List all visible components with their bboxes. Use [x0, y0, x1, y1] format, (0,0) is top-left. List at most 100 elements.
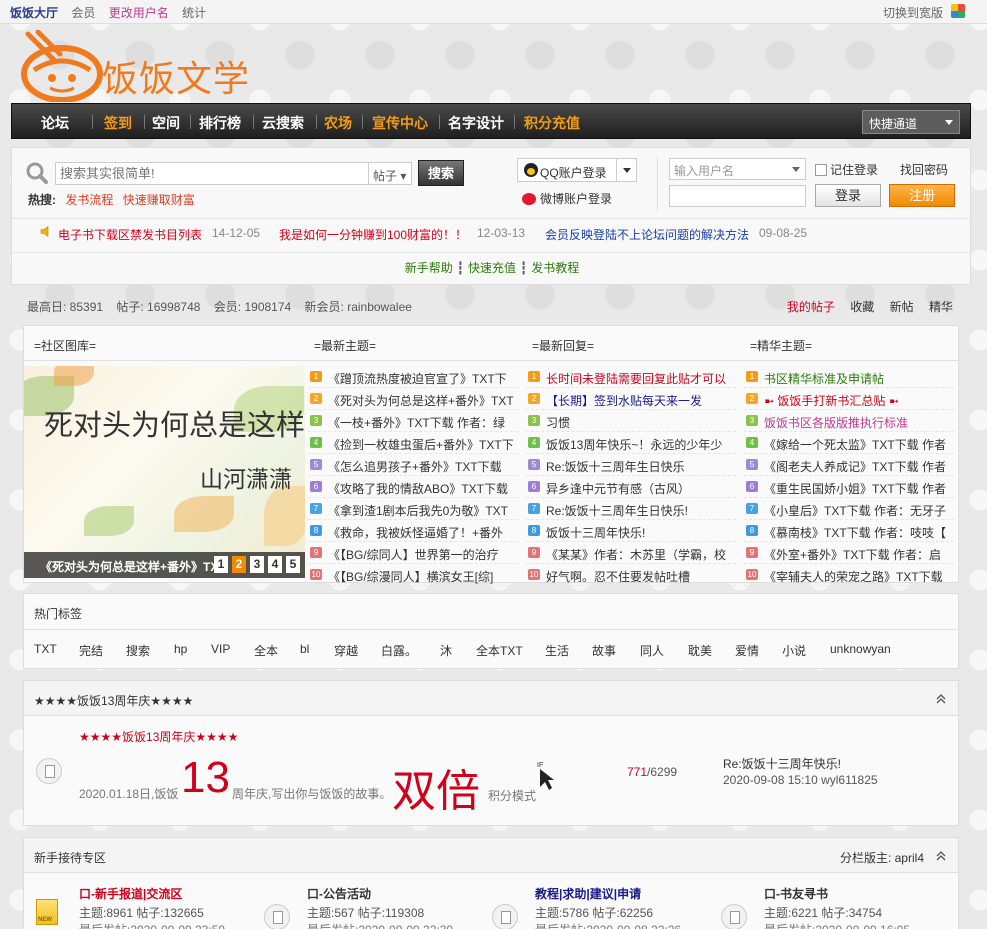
my-posts-link[interactable]: 我的帖子: [787, 300, 835, 314]
topbar-stats-link[interactable]: 统计: [182, 6, 206, 20]
forum-name[interactable]: 口-新手报道|交流区: [79, 885, 182, 902]
topic-link[interactable]: 好气啊。忍不住要发帖吐槽: [546, 568, 690, 585]
topic-link[interactable]: 《嫁给一个死太监》TXT下载 作者: [764, 436, 946, 453]
favorites-link[interactable]: 收藏: [850, 300, 874, 314]
register-button[interactable]: 注册: [889, 184, 955, 207]
hot-tag[interactable]: 全本: [254, 642, 278, 659]
nav-item-name-design[interactable]: 名字设计: [448, 113, 504, 133]
topic-link[interactable]: ➼ 饭饭手打新书汇总贴 ➼: [764, 392, 899, 409]
hot-tag[interactable]: 搜索: [126, 642, 150, 659]
topbar-member-link[interactable]: 会员: [71, 6, 95, 20]
topic-link[interactable]: 《捡到一枚雄虫蛋后+番外》TXT下: [328, 436, 514, 453]
forum-last-post[interactable]: 最后发帖:2020-09-09 16:05: [764, 921, 910, 929]
qq-login-button[interactable]: QQ账户登录: [517, 158, 637, 182]
topic-link[interactable]: Re:饭饭十三周年生日快乐: [546, 458, 685, 475]
hot-tag[interactable]: 同人: [640, 642, 664, 659]
topic-link[interactable]: 《拿到渣1剧本后我先0为敬》TXT: [328, 502, 508, 519]
slide-page-4[interactable]: 4: [268, 556, 282, 573]
topic-link[interactable]: 《某某》作者：木苏里（学霸，校: [546, 546, 726, 563]
collapse-icon[interactable]: [936, 851, 946, 861]
nav-item-cloud-search[interactable]: 云搜索: [262, 113, 304, 133]
topbar-home-link[interactable]: 饭饭大厅: [10, 6, 58, 20]
topic-link[interactable]: 饭饭书区各版版推执行标准: [764, 414, 908, 431]
last-post-title[interactable]: Re:饭饭十三周年快乐!: [723, 755, 841, 772]
hot-tag[interactable]: bl: [300, 642, 309, 656]
nav-item-farm[interactable]: 农场: [324, 113, 352, 133]
topic-link[interactable]: 饭饭13周年快乐~！永远的少年少: [546, 436, 722, 453]
theme-icon[interactable]: [951, 4, 965, 18]
topic-link[interactable]: 《死对头为何总是这样+番外》TXT: [328, 392, 514, 409]
topic-link[interactable]: 异乡逢中元节有感（古风）: [546, 480, 690, 497]
topic-link[interactable]: 《救命，我被妖怪逼婚了！+番外: [328, 524, 503, 541]
slide-page-3[interactable]: 3: [250, 556, 264, 573]
hot-tag[interactable]: 完结: [79, 642, 103, 659]
hot-tag[interactable]: 生活: [545, 642, 569, 659]
hot-search-keyword[interactable]: 快速赚取财富: [123, 193, 195, 207]
switch-wide-link[interactable]: 切换到宽版: [883, 4, 943, 21]
help-link[interactable]: 发书教程: [531, 261, 579, 275]
topic-link[interactable]: 《怎么追男孩子+番外》TXT下载: [328, 458, 502, 475]
topic-link[interactable]: 书区精华标准及申请帖: [764, 370, 884, 387]
topic-link[interactable]: 《一枝+番外》TXT下载 作者：绿: [328, 414, 505, 431]
nav-item-space[interactable]: 空间: [152, 113, 180, 133]
topbar-rename-link[interactable]: 更改用户名: [109, 6, 169, 20]
topic-link[interactable]: 《慕南枝》TXT下载 作者：吱吱【: [764, 524, 946, 541]
topic-link[interactable]: 《宰辅夫人的荣宠之路》TXT下载: [764, 568, 943, 585]
topic-link[interactable]: 《蹭顶流热度被迫官宣了》TXT下: [328, 370, 507, 387]
hot-tag[interactable]: hp: [174, 642, 187, 656]
slide-page-2[interactable]: 2: [232, 556, 246, 573]
forum-last-post[interactable]: 最后发帖:2020-09-09 22:30: [307, 921, 453, 929]
help-link[interactable]: 新手帮助: [405, 261, 453, 275]
new-posts-link[interactable]: 新帖: [890, 300, 914, 314]
topic-link[interactable]: 饭饭十三周年快乐!: [546, 524, 645, 541]
weibo-login-link[interactable]: 微博账户登录: [522, 190, 612, 207]
login-button[interactable]: 登录: [815, 184, 881, 207]
topic-link[interactable]: 《小皇后》TXT下载 作者：无牙子: [764, 502, 946, 519]
remember-login-checkbox[interactable]: 记住登录: [815, 161, 878, 178]
topic-link[interactable]: 《外室+番外》TXT下载 作者：启: [764, 546, 941, 563]
topic-link[interactable]: Re:饭饭十三周年生日快乐!: [546, 502, 688, 519]
nav-item-forum[interactable]: 论坛: [41, 113, 69, 133]
nav-item-ranking[interactable]: 排行榜: [199, 113, 241, 133]
chevron-down-icon[interactable]: [616, 159, 636, 181]
hot-tag[interactable]: 沐: [440, 642, 452, 659]
announcement-link[interactable]: 电子书下载区禁发书目列表: [58, 226, 202, 243]
forum-last-post[interactable]: 最后发帖:2020-09-09 23:59: [79, 921, 225, 929]
nav-item-promo[interactable]: 宣传中心: [372, 113, 428, 133]
hot-tag[interactable]: 小说: [782, 642, 806, 659]
hot-tag[interactable]: TXT: [34, 642, 57, 656]
hot-tag[interactable]: 白露。: [381, 642, 417, 659]
username-field[interactable]: 输入用户名: [669, 158, 806, 180]
slide-page-5[interactable]: 5: [286, 556, 300, 573]
forum-name[interactable]: 口-公告活动: [307, 885, 371, 902]
search-input[interactable]: [55, 162, 377, 185]
search-button[interactable]: 搜索: [418, 160, 464, 186]
quick-access-dropdown[interactable]: 快捷通道: [862, 110, 960, 134]
hot-tag[interactable]: 爱情: [735, 642, 759, 659]
topic-link[interactable]: 《攻略了我的情敌ABO》TXT下载: [328, 480, 508, 497]
forum-last-post[interactable]: 最后发帖:2020-09-08 22:26: [535, 921, 681, 929]
slide-page-1[interactable]: 1: [214, 556, 228, 573]
hot-tag[interactable]: 全本TXT: [476, 642, 523, 659]
hot-tag[interactable]: 故事: [592, 642, 616, 659]
search-type-select[interactable]: 帖子 ▾: [368, 162, 412, 185]
digest-link[interactable]: 精华: [929, 300, 953, 314]
forum-group-title[interactable]: 新手接待专区: [34, 849, 106, 866]
announcement-link[interactable]: 会员反映登陆不上论坛问题的解决方法: [545, 226, 749, 243]
hot-tag[interactable]: unknowyan: [830, 642, 891, 656]
forum-moderator[interactable]: 分栏版主: april4: [840, 849, 924, 866]
gallery-slideshow[interactable]: 死对头为何总是这样 山河潇潇 《死对头为何总是这样+番外》TXT 1 2 3 4…: [24, 366, 305, 578]
help-link[interactable]: 快速充值: [468, 261, 516, 275]
topic-link[interactable]: 《阁老夫人养成记》TXT下载 作者: [764, 458, 946, 475]
forum-name[interactable]: ★★★★饭饭13周年庆★★★★: [79, 728, 238, 745]
topic-link[interactable]: 【长期】签到水贴每天来一发: [546, 392, 702, 409]
hot-tag[interactable]: 穿越: [334, 642, 358, 659]
hot-tag[interactable]: 耽美: [688, 642, 712, 659]
announcement-link[interactable]: 我是如何一分钟赚到100财富的！！: [279, 226, 467, 243]
forum-name[interactable]: 教程|求助|建议|申请: [535, 885, 641, 902]
nav-item-recharge[interactable]: 积分充值: [524, 113, 580, 133]
hot-tag[interactable]: VIP: [211, 642, 230, 656]
collapse-icon[interactable]: [936, 694, 946, 704]
slide-caption[interactable]: 《死对头为何总是这样+番外》TXT: [40, 558, 216, 575]
topic-link[interactable]: 《【BG/综漫同人】横滨女王[综]: [328, 568, 493, 585]
